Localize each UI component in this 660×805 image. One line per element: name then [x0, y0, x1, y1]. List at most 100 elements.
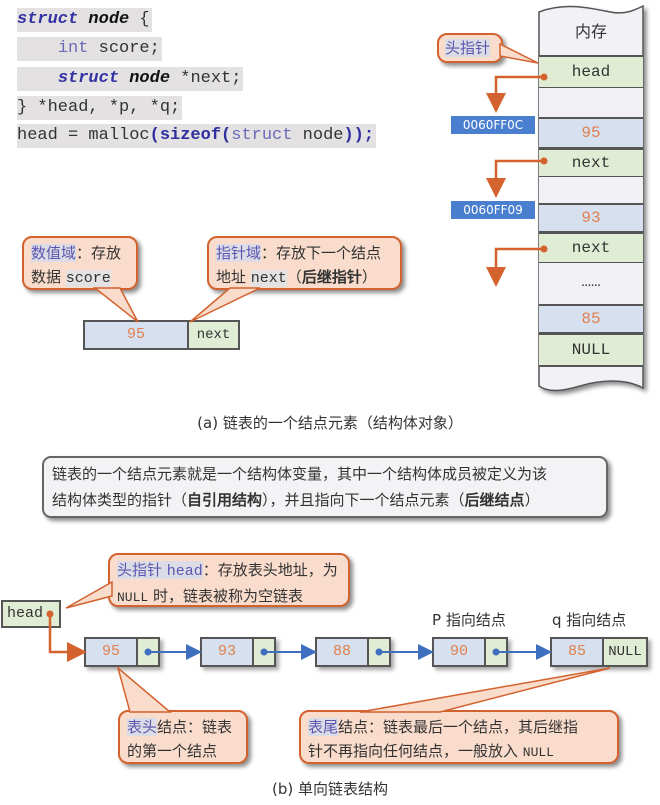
info-text: 结构体类型的指针（: [52, 491, 188, 509]
paren: （: [286, 268, 302, 286]
memory-cell: NULL: [539, 333, 643, 367]
memory-cell: [539, 177, 643, 204]
node-value: 88: [317, 639, 369, 665]
node-pointer: NULL: [604, 639, 646, 665]
callout-code: NULL: [522, 745, 554, 760]
callout-highlight: 数值域: [31, 244, 77, 262]
code-text: } *head, *p, *q;: [17, 98, 181, 117]
single-node: 95 next: [83, 320, 240, 350]
callout-text: 结点：链表: [157, 718, 233, 736]
callout-code: head: [166, 563, 203, 580]
code-text: *next;: [170, 69, 242, 88]
info-text: ），并且指向下一个结点元素（: [262, 491, 465, 509]
memory-arrow-head: [486, 75, 544, 287]
caption-a: (a) 链表的一个结点元素（结构体对象）: [197, 414, 463, 432]
callout-text: ：存放下一个结点: [261, 244, 382, 262]
list-node: 88: [315, 637, 391, 667]
keyword: struct: [17, 10, 79, 29]
code-line-3: struct node *next;: [17, 67, 244, 91]
info-text: ）: [524, 491, 540, 509]
value-field-callout: 数值域：存放 数据 score: [22, 236, 138, 290]
address-label: 0060FF09: [451, 201, 535, 219]
node-value: 85: [552, 639, 604, 665]
node-value: 95: [86, 639, 138, 665]
caption-b: (b) 单向链表结构: [272, 780, 388, 798]
struct-name: node: [88, 10, 130, 29]
info-box: 链表的一个结点元素就是一个结构体变量，其中一个结构体成员被定义为该 结构体类型的…: [42, 456, 608, 518]
memory-cell: [539, 88, 643, 118]
list-node: 95: [84, 637, 160, 667]
code-text: score;: [88, 39, 160, 58]
head-pointer-box: head: [1, 600, 61, 628]
callout-tail: [92, 287, 139, 323]
paren: ）: [361, 268, 377, 286]
type-keyword: struct: [231, 126, 293, 145]
info-bold: 后继结点: [464, 491, 525, 509]
function-name: sizeof: [159, 126, 222, 145]
callout-text: 时，链表被称为空链表: [148, 587, 303, 605]
memory-cell: next: [539, 232, 643, 264]
callout-tail: [65, 580, 113, 609]
head-node-callout: 表头结点：链表 的第一个结点: [118, 710, 248, 764]
callout-text: 头指针: [445, 39, 491, 57]
callout-highlight: 表尾: [308, 718, 339, 736]
callout-tail: [359, 667, 611, 713]
type-keyword: int: [57, 39, 89, 58]
callout-code: score: [65, 270, 111, 287]
callout-code: NULL: [117, 590, 149, 605]
callout-text: 结点：链表最后一个结点，其后继指: [338, 718, 579, 736]
node-pointer: [369, 639, 389, 665]
address-label: 0060FF0C: [451, 116, 535, 134]
code-line-4: } *head, *p, *q;: [17, 96, 183, 120]
memory-title: 内存: [574, 22, 607, 41]
head-callout: 头指针 head：存放表头地址，为 NULL 时，链表被称为空链表: [108, 553, 350, 607]
callout-text: 的第一个结点: [127, 742, 218, 760]
callout-tail: [189, 287, 261, 323]
code-line-2: int score;: [17, 37, 162, 61]
p-label: P 指向结点: [432, 611, 506, 629]
callout-highlight: 指针域: [216, 244, 262, 262]
q-label: q 指向结点: [552, 611, 627, 629]
code-line-1: struct node {: [17, 8, 152, 32]
code-text: {: [129, 10, 150, 29]
node-pointer: [486, 639, 506, 665]
memory-cell: 85: [539, 304, 643, 334]
node-value: 95: [85, 322, 189, 348]
callout-tail: [116, 665, 173, 713]
code-text: head = malloc: [17, 126, 150, 145]
node-pointer: next: [189, 322, 238, 348]
callout-text: 数据: [31, 268, 66, 286]
code-line-5: head = malloc(sizeof(struct node));: [17, 124, 377, 148]
memory-cell: 93: [539, 203, 643, 233]
head-pointer-callout: 头指针: [437, 33, 503, 63]
memory-cell: 95: [539, 117, 643, 149]
list-node: 85 NULL: [550, 637, 648, 667]
callout-code: next: [250, 270, 287, 287]
keyword: struct: [57, 69, 120, 88]
node-value: 90: [434, 639, 486, 665]
paren: (: [221, 126, 232, 145]
code-text: node: [292, 126, 344, 145]
callout-text: ：存放: [76, 244, 122, 262]
info-text: 链表的一个结点元素就是一个结构体变量，其中一个结构体成员被定义为该: [52, 465, 548, 483]
list-node: 90: [432, 637, 508, 667]
callout-highlight: 表头: [127, 718, 158, 736]
struct-name: node: [129, 69, 171, 88]
node-pointer: [138, 639, 158, 665]
pointer-field-callout: 指针域：存放下一个结点 地址 next（后继指针）: [207, 236, 402, 290]
callout-text: 针不再指向任何结点，一般放入: [308, 742, 523, 760]
tail-node-callout: 表尾结点：链表最后一个结点，其后继指 针不再指向任何结点，一般放入 NULL: [299, 710, 619, 764]
callout-bold: 后继指针: [301, 268, 362, 286]
info-bold: 自引用结构: [187, 491, 263, 509]
callout-text: 地址: [216, 268, 251, 286]
callout-tail: [499, 42, 539, 64]
list-node: 93: [200, 637, 276, 667]
paren: ));: [343, 126, 375, 145]
memory-cell: head: [539, 55, 643, 89]
node-value: 93: [202, 639, 254, 665]
paren: (: [149, 126, 160, 145]
node-pointer: [254, 639, 274, 665]
callout-text: 头指针: [117, 561, 167, 579]
memory-cell: ……: [539, 263, 643, 305]
memory-cell: next: [539, 148, 643, 178]
